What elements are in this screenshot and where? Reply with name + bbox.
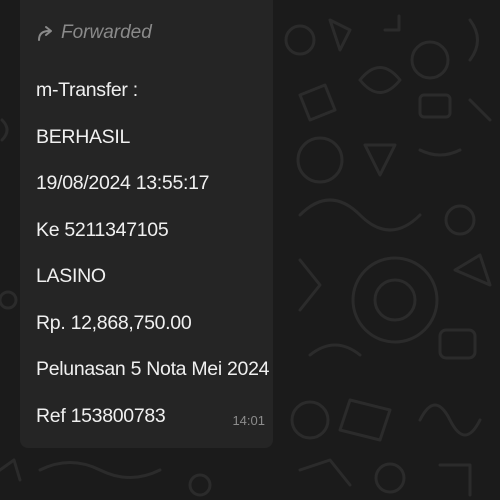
message-line-status: BERHASIL <box>36 125 131 148</box>
message-bubble[interactable]: Forwarded m-Transfer : BERHASIL 19/08/20… <box>20 0 273 448</box>
forwarded-text: Forwarded <box>61 22 152 43</box>
message-line-description: Pelunasan 5 Nota Mei 2024 <box>36 358 270 380</box>
message-line-amount: Rp. 12,868,750.00 <box>36 311 192 334</box>
message-line-transfer: m-Transfer : <box>36 79 138 101</box>
message-text: m-Transfer : BERHASIL 19/08/2024 13:55:1… <box>36 67 269 439</box>
message-line-datetime: 19/08/2024 13:55:17 <box>36 172 210 194</box>
message-line-recipient-account: Ke 5211347105 <box>36 218 169 241</box>
message-timestamp: 14:01 <box>232 413 265 428</box>
forward-arrow-icon <box>36 24 56 42</box>
message-line-recipient-name: LASINO <box>36 265 106 287</box>
forwarded-label-row: Forwarded <box>36 22 152 44</box>
